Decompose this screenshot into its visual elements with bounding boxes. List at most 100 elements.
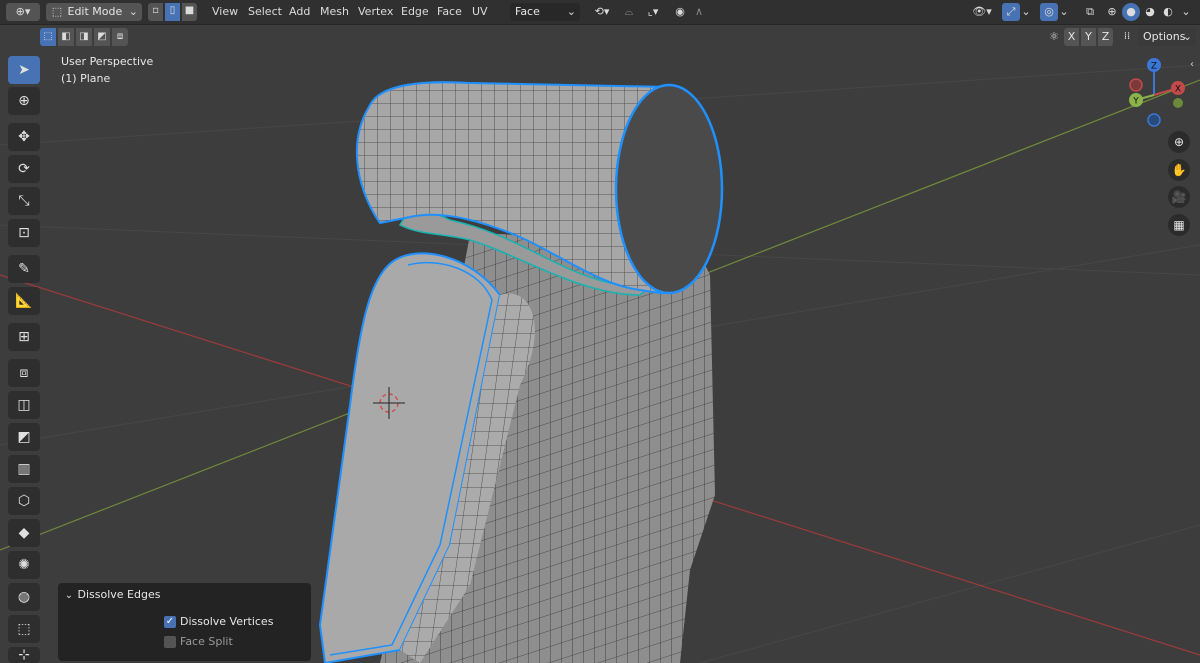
vertex-select-button[interactable]: ▫	[148, 3, 163, 21]
add-cube-tool[interactable]: ⊞	[8, 323, 40, 351]
mode-select[interactable]: ⬚ Edit Mode ⌄	[46, 3, 142, 21]
shrink-fatten-tool[interactable]: ⊹	[8, 647, 40, 663]
ortho-toggle-button[interactable]: ▦	[1168, 214, 1190, 236]
sidebar-toggle[interactable]: ‹	[1190, 59, 1200, 73]
chevron-left-icon: ‹	[1190, 59, 1194, 70]
shading-dropdown[interactable]: ⌄	[1178, 3, 1194, 21]
select-new-button[interactable]: ⬚	[40, 28, 56, 46]
select-new-icon: ⬚	[43, 31, 53, 42]
measure-tool[interactable]: 📐	[8, 287, 40, 315]
rotate-tool[interactable]: ⟳	[8, 155, 40, 183]
shading-rendered[interactable]: ◐	[1160, 3, 1176, 21]
gizmo-z-label: Z	[1151, 62, 1157, 72]
mirror-z-button[interactable]: Z	[1098, 28, 1113, 46]
select-extend-icon: ◧	[61, 31, 71, 42]
camera-view-button[interactable]: 🎥	[1168, 186, 1190, 208]
operator-panel-header[interactable]: ⌄ Dissolve Edges	[64, 588, 161, 602]
menu-add[interactable]: Add	[289, 3, 310, 21]
extrude-tool[interactable]: ⧈	[8, 359, 40, 387]
menu-vertex[interactable]: Vertex	[358, 3, 393, 21]
menu-mesh[interactable]: Mesh	[320, 3, 349, 21]
editor-type-button[interactable]: ⊕▾	[6, 3, 40, 21]
navigation-gizmo[interactable]: Z X Y	[1114, 55, 1194, 135]
select-subtract-button[interactable]: ◨	[76, 28, 92, 46]
edge-select-button[interactable]: ▯	[165, 3, 180, 21]
inset-tool[interactable]: ◫	[8, 391, 40, 419]
menu-view[interactable]: View	[212, 3, 238, 21]
knife-icon: ⬡	[17, 493, 31, 509]
select-box-tool[interactable]: ➤	[8, 56, 40, 84]
mesh-cylinder-cap	[614, 83, 724, 295]
pencil-icon: ✎	[18, 261, 30, 277]
chevron-down-icon: ⌄	[1182, 30, 1192, 43]
material-sphere-icon: ◕	[1145, 5, 1155, 18]
menu-face[interactable]: Face	[437, 3, 462, 21]
snap-toggle[interactable]: ⌓	[620, 3, 638, 21]
overlay-toggle[interactable]: ◎	[1040, 3, 1058, 21]
menu-select[interactable]: Select	[248, 3, 282, 21]
edge-select-icon: ▯	[169, 5, 176, 16]
menu-uv[interactable]: UV	[472, 3, 488, 21]
extrude-icon: ⧈	[19, 365, 29, 381]
loop-cut-tool[interactable]: ▥	[8, 455, 40, 483]
mirror-x-button[interactable]: X	[1064, 28, 1079, 46]
poly-build-tool[interactable]: ◆	[8, 519, 40, 547]
hand-icon: ✋	[1171, 163, 1187, 177]
overlay-icon: ◎	[1044, 5, 1054, 18]
wireframe-sphere-icon: ⊕	[1107, 5, 1117, 18]
visibility-button[interactable]: 👁▾	[968, 3, 996, 21]
xray-toggle[interactable]: ⧉	[1082, 3, 1098, 21]
smooth-tool[interactable]: ◍	[8, 583, 40, 611]
scale-icon: ⤡	[18, 193, 30, 209]
select-invert-button[interactable]: ◩	[94, 28, 110, 46]
pivot-point-button[interactable]: ⟲▾	[588, 3, 616, 21]
gizmo-y-label: Y	[1132, 97, 1139, 107]
select-mode-group: ▫ ▯ ■	[148, 3, 202, 21]
edge-slide-icon: ⬚	[17, 621, 31, 637]
menu-edge[interactable]: Edge	[401, 3, 429, 21]
scale-tool[interactable]: ⤡	[8, 187, 40, 215]
zoom-button[interactable]: ⊕	[1168, 131, 1190, 153]
3d-viewport[interactable]: User Perspective (1) Plane ⬚ ◧ ◨ ◩ ⧈ ⚛ X…	[0, 25, 1200, 663]
snap-increment-toggle[interactable]: ⁞⁞	[1120, 28, 1134, 46]
shading-solid[interactable]: ●	[1122, 3, 1140, 21]
move-tool[interactable]: ✥	[8, 123, 40, 151]
annotate-tool[interactable]: ✎	[8, 255, 40, 283]
gizmo-icon: ⤢	[1006, 5, 1016, 18]
face-select-button[interactable]: ■	[182, 3, 197, 21]
gizmo-x-label: X	[1175, 85, 1181, 95]
mirror-toggle[interactable]: ⚛	[1046, 28, 1062, 46]
face-split-label: Face Split	[180, 635, 233, 648]
falloff-button[interactable]: ∧	[690, 3, 708, 21]
overlay-dropdown[interactable]: ⌄	[1058, 3, 1070, 21]
transform-tool[interactable]: ⊡	[8, 219, 40, 247]
spin-tool[interactable]: ✺	[8, 551, 40, 579]
edge-slide-tool[interactable]: ⬚	[8, 615, 40, 643]
knife-tool[interactable]: ⬡	[8, 487, 40, 515]
dissolve-vertices-checkbox[interactable]: ✓	[164, 616, 176, 628]
shading-wireframe[interactable]: ⊕	[1104, 3, 1120, 21]
gizmo-dropdown[interactable]: ⌄	[1020, 3, 1032, 21]
select-extend-button[interactable]: ◧	[58, 28, 74, 46]
sphere-icon: ◍	[17, 589, 31, 605]
shading-material[interactable]: ◕	[1142, 3, 1158, 21]
add-cube-icon: ⊞	[18, 329, 30, 345]
gizmo-toggle[interactable]: ⤢	[1002, 3, 1020, 21]
face-split-checkbox[interactable]	[164, 636, 176, 648]
proportional-edit-toggle[interactable]: ◉	[672, 3, 688, 21]
options-dropdown[interactable]: Options ⌄	[1138, 28, 1196, 46]
chevron-down-icon: ⌄	[1059, 5, 1069, 18]
mirror-y-button[interactable]: Y	[1081, 28, 1096, 46]
transform-orientation-select[interactable]: Face ⌄	[510, 3, 580, 21]
xray-icon: ⧉	[1086, 5, 1094, 18]
cursor-tool[interactable]: ⊕	[8, 87, 40, 115]
editor-type-icon: ⊕▾	[15, 5, 31, 18]
operator-panel-title: Dissolve Edges	[77, 588, 161, 601]
snap-icon: ⌞▾	[647, 5, 659, 18]
rotate-icon: ⟳	[18, 161, 30, 177]
bevel-tool[interactable]: ◩	[8, 423, 40, 451]
snap-target-button[interactable]: ⌞▾	[640, 3, 666, 21]
chevron-down-icon: ⌄	[64, 590, 74, 601]
pan-button[interactable]: ✋	[1168, 159, 1190, 181]
select-intersect-button[interactable]: ⧈	[112, 28, 128, 46]
